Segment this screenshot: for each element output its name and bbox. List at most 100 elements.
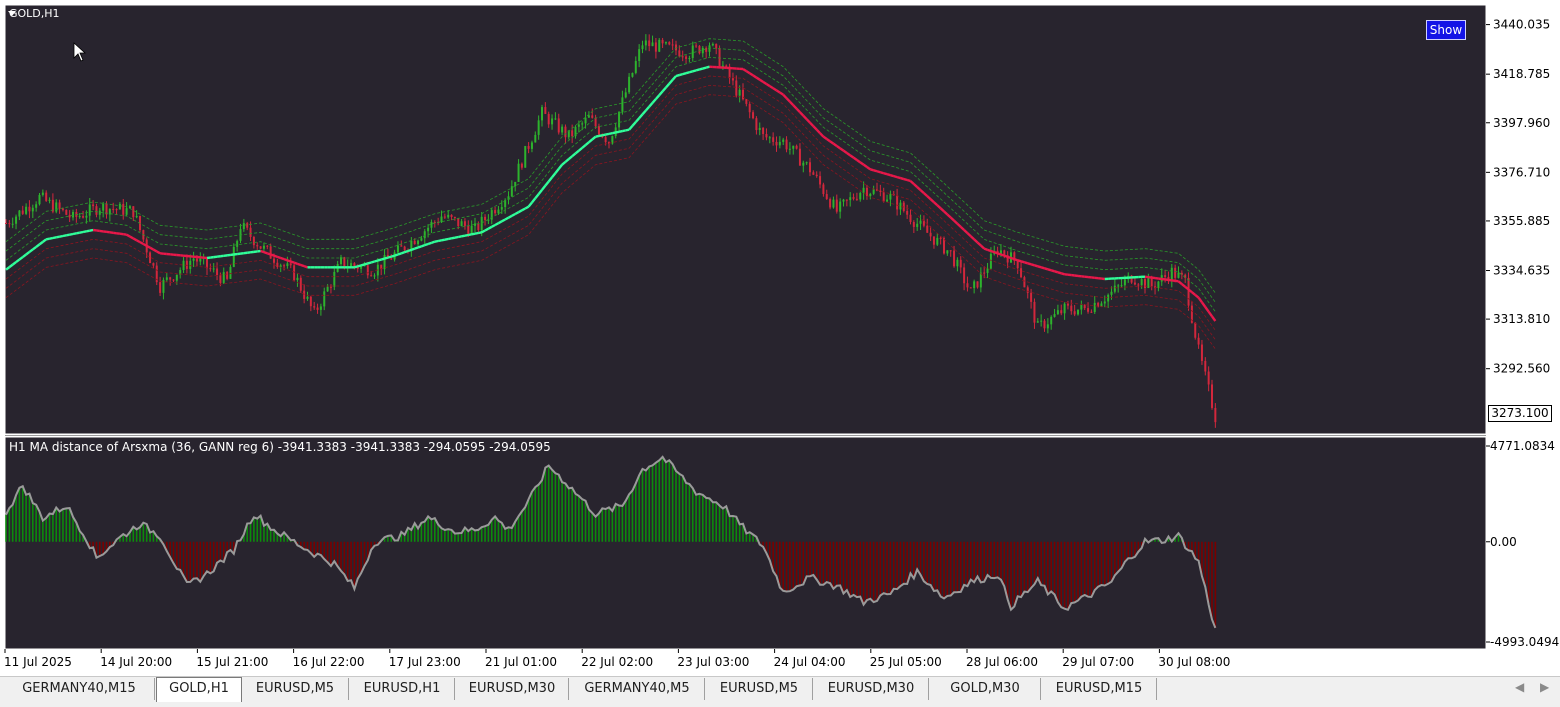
chart-window[interactable]: 3440.0353418.7853397.9603376.7103355.885…	[0, 0, 1560, 676]
candle-body	[501, 207, 503, 210]
candle-body	[933, 236, 935, 244]
moving-average-segment	[683, 73, 686, 74]
candle-body	[400, 245, 402, 246]
candle-body	[926, 226, 928, 233]
time-axis-label: 30 Jul 08:00	[1158, 655, 1230, 669]
candle-body	[896, 195, 898, 209]
time-axis-label: 29 Jul 07:00	[1062, 655, 1134, 669]
candle-body	[327, 287, 329, 292]
candle-body	[712, 44, 714, 45]
moving-average-segment	[485, 229, 488, 231]
candle-body	[1198, 338, 1200, 345]
candle-body	[246, 223, 248, 228]
candle-body	[1188, 278, 1190, 306]
candle-body	[1040, 321, 1042, 322]
candle-body	[966, 283, 968, 287]
candle-body	[92, 204, 94, 206]
chart-tab-eurusd-m15[interactable]: EURUSD,M15	[1042, 678, 1157, 700]
moving-average-segment	[619, 131, 622, 132]
tab-scroll-left-icon[interactable]: ◀	[1515, 680, 1524, 694]
candle-body	[95, 206, 97, 215]
moving-average-segment	[157, 251, 160, 253]
candle-body	[1023, 277, 1025, 287]
chart-symbol-label[interactable]: GOLD,H1	[9, 7, 60, 20]
chart-tabs-bar: GERMANY40,M15GOLD,H1EURUSD,M5EURUSD,H1EU…	[0, 676, 1560, 707]
candle-body	[1114, 286, 1116, 292]
candle-body	[531, 142, 533, 148]
chart-tab-germany40-m5[interactable]: GERMANY40,M5	[570, 678, 705, 700]
show-button[interactable]: Show	[1426, 20, 1466, 40]
current-price-tag: 3273.100	[1488, 405, 1552, 422]
price-axis-label: 3334.635	[1493, 264, 1550, 278]
moving-average-segment	[525, 207, 528, 209]
candle-body	[477, 223, 479, 230]
candle-body	[18, 211, 20, 217]
candle-body	[72, 212, 74, 218]
candle-body	[585, 118, 587, 124]
moving-average-segment	[378, 260, 381, 261]
candle-body	[236, 241, 238, 247]
candle-body	[5, 223, 7, 224]
candle-body	[283, 265, 285, 266]
candle-body	[752, 112, 754, 118]
moving-average-segment	[418, 246, 421, 247]
candle-body	[310, 297, 312, 306]
moving-average-segment	[90, 230, 93, 231]
candle-body	[126, 208, 128, 215]
tab-scroll-right-icon[interactable]: ▶	[1540, 680, 1549, 694]
candle-body	[457, 218, 459, 226]
moving-average-segment	[606, 134, 609, 135]
moving-average-segment	[274, 256, 277, 257]
moving-average-segment	[874, 170, 877, 171]
candle-body	[152, 263, 154, 266]
chart-tab-eurusd-h1[interactable]: EURUSD,H1	[350, 678, 455, 700]
moving-average-segment	[522, 209, 525, 211]
time-axis-label: 15 Jul 21:00	[196, 655, 268, 669]
candle-body	[812, 172, 814, 174]
moving-average-segment	[612, 132, 615, 133]
candle-body	[665, 42, 667, 43]
moving-average-segment	[73, 233, 76, 234]
candle-body	[330, 287, 332, 288]
moving-average-segment	[599, 135, 602, 136]
candle-body	[809, 162, 811, 172]
chart-tab-eurusd-m30[interactable]: EURUSD,M30	[456, 678, 569, 700]
candle-body	[219, 275, 221, 283]
moving-average-segment	[127, 235, 130, 237]
chart-tab-gold-m30[interactable]: GOLD,M30	[930, 678, 1041, 700]
moving-average-segment	[689, 71, 692, 72]
chart-tab-germany40-m15[interactable]: GERMANY40,M15	[4, 678, 155, 700]
candle-body	[1030, 293, 1032, 302]
moving-average-segment	[492, 225, 495, 227]
candle-body	[420, 238, 422, 240]
candle-body	[923, 221, 925, 226]
candle-body	[799, 149, 801, 166]
candle-body	[122, 204, 124, 215]
candle-body	[307, 297, 309, 299]
candle-body	[916, 224, 918, 227]
candle-body	[521, 164, 523, 168]
candle-body	[1201, 345, 1203, 361]
candle-body	[789, 149, 791, 150]
candle-body	[353, 263, 355, 266]
chart-tab-eurusd-m5[interactable]: EURUSD,M5	[242, 678, 349, 700]
indicator-axis: 4771.08340.00-4993.0494	[1486, 439, 1559, 649]
time-axis-label: 11 Jul 2025	[4, 655, 72, 669]
moving-average-segment	[398, 253, 401, 254]
moving-average-segment	[509, 216, 512, 218]
moving-average-segment	[452, 238, 455, 239]
candle-body	[980, 273, 982, 288]
candle-body	[956, 260, 958, 266]
chart-canvas[interactable]: 3440.0353418.7853397.9603376.7103355.885…	[0, 0, 1560, 676]
chart-tab-gold-h1[interactable]: GOLD,H1	[156, 677, 242, 702]
moving-average-segment	[475, 233, 478, 234]
chart-tab-eurusd-m5[interactable]: EURUSD,M5	[706, 678, 813, 700]
candle-body	[765, 134, 767, 137]
candle-body	[936, 238, 938, 245]
candle	[156, 262, 158, 285]
candle-body	[65, 210, 67, 215]
moving-average-segment	[375, 261, 378, 262]
candle-body	[652, 42, 654, 46]
candle-body	[447, 215, 449, 218]
chart-tab-eurusd-m30[interactable]: EURUSD,M30	[814, 678, 929, 700]
